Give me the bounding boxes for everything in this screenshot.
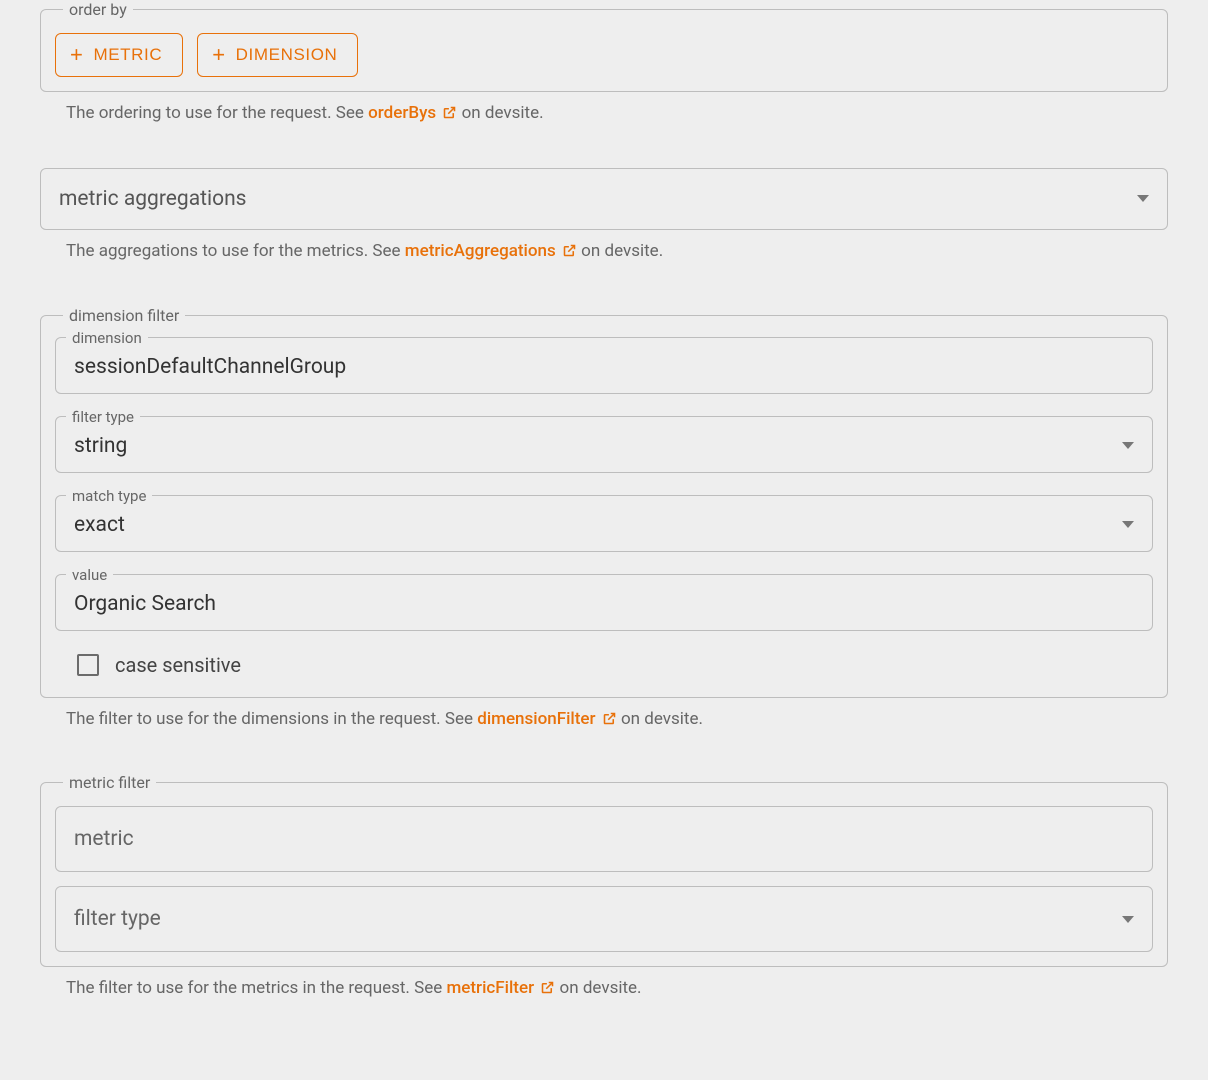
metric-filter-fieldset: metric filter metric filter type [40,773,1168,967]
filter-type-value: string [74,434,127,458]
metric-filter-legend: metric filter [63,773,156,792]
filter-type-placeholder: filter type [74,907,161,931]
order-by-fieldset: order by + METRIC + DIMENSION [40,0,1168,92]
match-type-field[interactable]: match type exact [55,487,1153,552]
case-sensitive-label: case sensitive [115,653,241,677]
filter-type-legend: filter type [66,408,140,426]
metric-aggregations-select[interactable]: metric aggregations [40,168,1168,230]
value-field: value [55,566,1153,631]
metricaggregations-link[interactable]: metricAggregations [405,241,577,261]
chevron-down-icon [1122,442,1134,449]
metric-filter-helper: The filter to use for the metrics in the… [66,977,1168,1003]
metric-filter-type-select[interactable]: filter type [55,886,1153,952]
add-metric-label: METRIC [93,45,162,65]
external-link-icon [442,104,457,128]
dimension-field: dimension [55,329,1153,394]
external-link-icon [562,242,577,266]
plus-icon: + [70,44,83,66]
orderbys-link[interactable]: orderBys [368,103,457,123]
metric-filter-metric-input[interactable]: metric [55,806,1153,872]
chevron-down-icon [1137,195,1149,202]
chevron-down-icon [1122,521,1134,528]
value-field-legend: value [66,566,113,584]
add-dimension-button[interactable]: + DIMENSION [197,33,358,77]
chevron-down-icon [1122,916,1134,923]
order-by-legend: order by [63,0,133,19]
dimension-filter-legend: dimension filter [63,306,185,325]
metric-placeholder: metric [74,827,134,851]
dimension-field-legend: dimension [66,329,148,347]
match-type-value: exact [74,513,125,537]
external-link-icon [602,710,617,734]
external-link-icon [540,979,555,1003]
add-dimension-label: DIMENSION [236,45,338,65]
metric-aggregations-label: metric aggregations [59,187,1137,211]
dimension-filter-helper: The filter to use for the dimensions in … [66,708,1168,734]
filter-type-field[interactable]: filter type string [55,408,1153,473]
value-input[interactable] [74,592,1134,616]
plus-icon: + [212,44,225,66]
order-by-helper: The ordering to use for the request. See… [66,102,1168,128]
dimension-input[interactable] [74,355,1134,379]
metricfilter-link[interactable]: metricFilter [446,978,555,998]
case-sensitive-checkbox[interactable] [77,654,99,676]
match-type-legend: match type [66,487,152,505]
dimensionfilter-link[interactable]: dimensionFilter [477,709,617,729]
metric-aggregations-helper: The aggregations to use for the metrics.… [66,240,1168,266]
dimension-filter-fieldset: dimension filter dimension filter type s… [40,306,1168,698]
add-metric-button[interactable]: + METRIC [55,33,183,77]
